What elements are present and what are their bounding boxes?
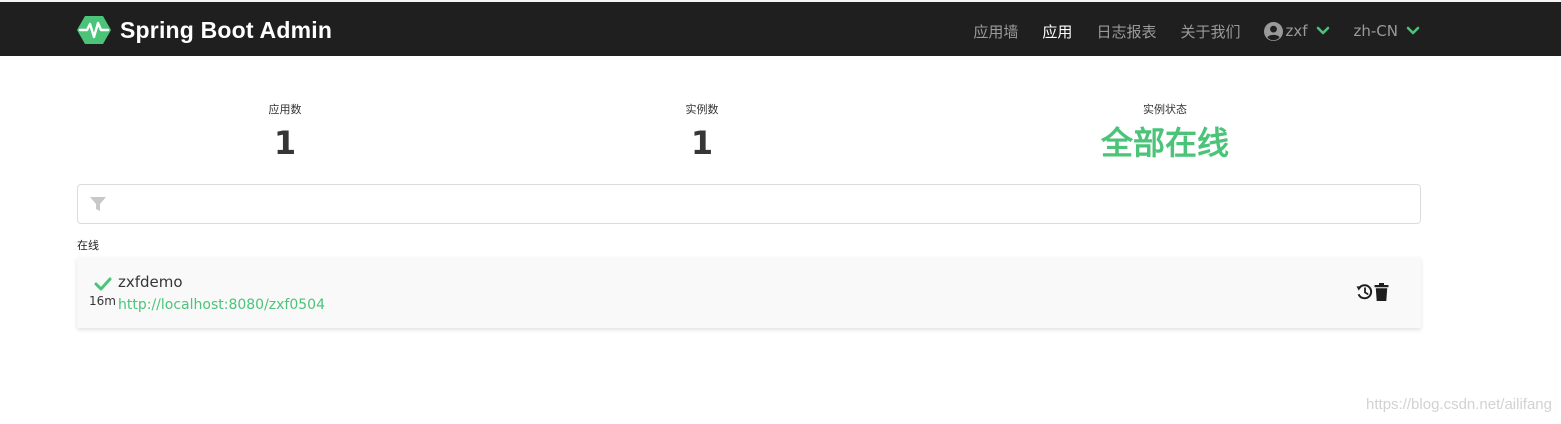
stat-applications-label: 应用数 <box>268 103 302 116</box>
stat-status-label: 实例状态 <box>1143 103 1187 116</box>
stats-summary: 应用数 1 实例数 1 实例状态 全部在线 <box>77 100 1421 170</box>
application-uptime: 16m <box>89 294 116 308</box>
watermark: https://blog.csdn.net/ailifang <box>1366 396 1552 413</box>
stat-applications-value: 1 <box>273 124 297 162</box>
language-menu[interactable]: zh-CN <box>1354 22 1421 40</box>
trash-icon[interactable] <box>1373 283 1390 301</box>
user-name: zxf <box>1285 22 1308 40</box>
nav-item-journal[interactable]: 日志报表 <box>1096 21 1156 42</box>
stat-instances: 实例数 1 <box>582 100 822 166</box>
nav-item-applications[interactable]: 应用 <box>1042 21 1072 42</box>
brand[interactable]: Spring Boot Admin <box>77 13 332 47</box>
top-navbar: Spring Boot Admin 应用墙 应用 日志报表 关于我们 zxf z… <box>0 0 1561 56</box>
user-menu[interactable]: zxf <box>1264 21 1329 41</box>
filter-icon <box>90 197 106 211</box>
stat-applications: 应用数 1 <box>165 100 405 166</box>
application-row[interactable]: zxfdemo 16m http://localhost:8080/zxf050… <box>77 257 1421 328</box>
group-label-online: 在线 <box>77 239 99 252</box>
language-value: zh-CN <box>1353 22 1399 40</box>
application-url-link[interactable]: http://localhost:8080/zxf0504 <box>118 297 325 313</box>
stat-status: 实例状态 全部在线 <box>1045 100 1285 166</box>
stat-instances-label: 实例数 <box>685 103 719 116</box>
user-circle-icon <box>1264 21 1284 41</box>
stat-instances-value: 1 <box>690 124 714 162</box>
stat-status-value: 全部在线 <box>1100 124 1229 162</box>
brand-title: Spring Boot Admin <box>120 16 333 43</box>
chevron-down-icon <box>1316 26 1329 35</box>
check-icon <box>94 277 112 291</box>
nav-menu: 应用墙 应用 日志报表 关于我们 zxf zh-CN <box>949 16 1420 46</box>
application-actions <box>1356 283 1390 301</box>
history-icon[interactable] <box>1356 283 1373 301</box>
nav-item-wallboard[interactable]: 应用墙 <box>973 21 1018 42</box>
nav-item-about[interactable]: 关于我们 <box>1180 21 1240 42</box>
filter-field <box>77 184 1421 224</box>
chevron-down-icon <box>1406 26 1420 35</box>
application-name: zxfdemo <box>118 273 183 291</box>
heartbeat-hexagon-icon <box>77 16 111 44</box>
filter-input[interactable] <box>118 189 1412 221</box>
